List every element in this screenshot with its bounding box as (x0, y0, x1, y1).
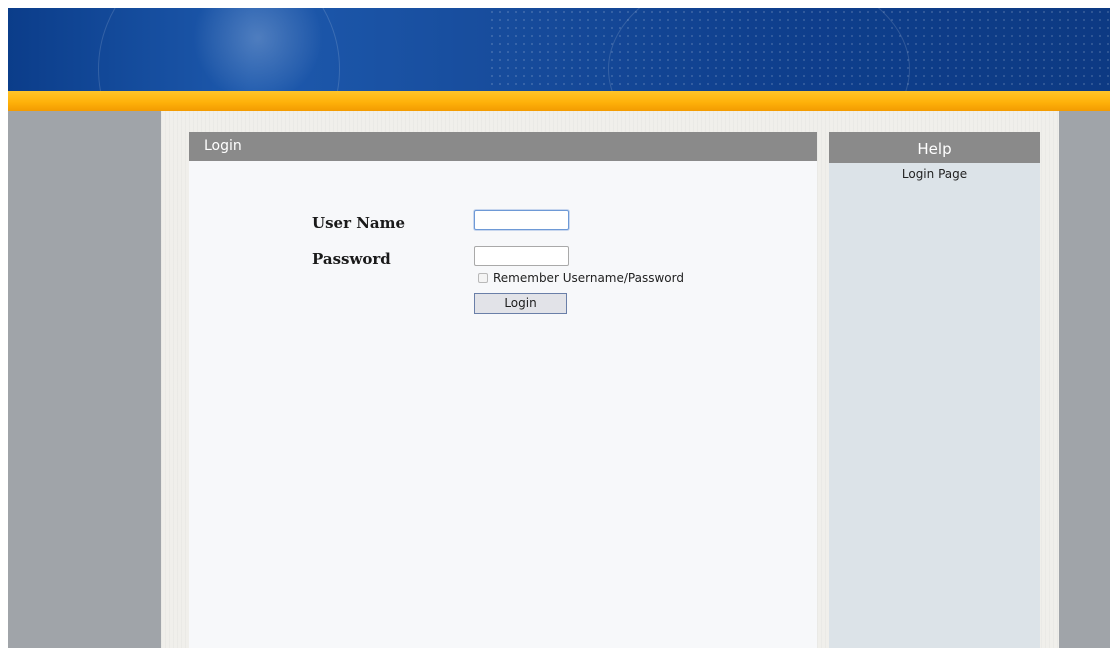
remember-label: Remember Username/Password (493, 271, 684, 285)
remember-checkbox[interactable] (478, 273, 488, 283)
banner-dot-pattern (488, 8, 1110, 91)
header-stripe (8, 91, 1110, 111)
header-banner (8, 8, 1110, 91)
remember-row: Remember Username/Password (478, 271, 684, 285)
banner-ring-decoration (98, 8, 340, 91)
username-input[interactable] (474, 210, 569, 230)
login-panel: Login User Name Password Remember Userna… (189, 132, 817, 648)
browser-viewport: Login User Name Password Remember Userna… (8, 8, 1110, 648)
help-panel-title: Help (829, 132, 1040, 163)
page-content: Login User Name Password Remember Userna… (161, 111, 1059, 648)
username-label: User Name (312, 214, 406, 232)
help-text: Login Page (901, 167, 968, 181)
help-panel: Help Login Page (829, 132, 1040, 648)
login-panel-title: Login (189, 132, 817, 161)
login-button[interactable]: Login (474, 293, 567, 314)
password-label: Password (312, 250, 391, 268)
password-input[interactable] (474, 246, 569, 266)
